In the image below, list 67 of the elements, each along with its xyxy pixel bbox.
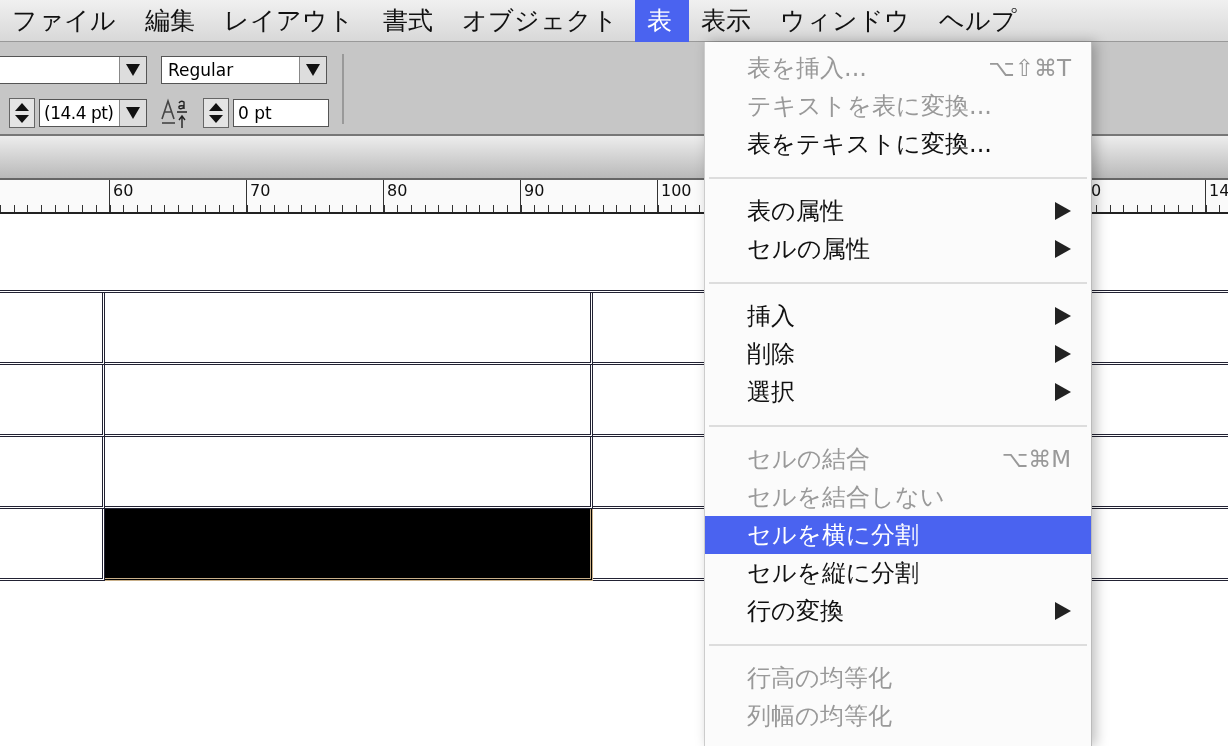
leading-dropdown[interactable]: (14.4 pt) — [39, 99, 147, 127]
menu-item[interactable]: 表の属性 — [705, 192, 1091, 230]
submenu-arrow-icon — [1055, 307, 1071, 325]
menu-item-label: テキストを表に変換... — [747, 91, 993, 122]
menu-item[interactable]: 削除 — [705, 335, 1091, 373]
menu-item-label: セルの属性 — [747, 234, 871, 265]
baseline-shift-field[interactable]: 0 pt — [233, 99, 329, 127]
table-cell[interactable] — [0, 437, 105, 509]
menu-item[interactable]: セルを横に分割 — [705, 516, 1091, 554]
menu-title[interactable]: ファイル — [0, 0, 133, 42]
menu-item-label: 選択 — [747, 377, 796, 408]
shortcut-label: ⌥⇧⌘T — [988, 55, 1071, 81]
menu-title[interactable]: ウィンドウ — [768, 0, 927, 42]
table-cell[interactable] — [0, 293, 105, 365]
menu-title[interactable]: レイアウト — [212, 0, 371, 42]
dropdown-arrow-icon — [306, 64, 320, 76]
menu-item-label: 表を挿入... — [747, 53, 868, 84]
table-cell[interactable] — [105, 509, 593, 581]
menu-item-label: セルを縦に分割 — [747, 558, 920, 589]
menu-item-label: セルを結合しない — [747, 482, 946, 513]
menu-item-label: 行高の均等化 — [747, 663, 893, 694]
menu-item-label: 削除 — [747, 339, 796, 370]
menu-item-label: 表の属性 — [747, 196, 845, 227]
menu-item-label: 表をテキストに変換... — [747, 129, 993, 160]
menu-title[interactable]: 編集 — [133, 0, 212, 42]
shortcut-label: ⌥⌘M — [1001, 446, 1071, 472]
submenu-arrow-icon — [1055, 345, 1071, 363]
menu-item[interactable]: 行の変換 — [705, 592, 1091, 630]
submenu-arrow-icon — [1055, 383, 1071, 401]
font-family-dropdown[interactable] — [0, 56, 147, 84]
ruler-label: 14 — [1208, 181, 1228, 200]
ruler-label: 70 — [249, 181, 271, 200]
submenu-arrow-icon — [1055, 602, 1071, 620]
menu-title[interactable]: 書式 — [371, 0, 450, 42]
ruler-label: 60 — [112, 181, 134, 200]
menu-item[interactable]: セルを縦に分割 — [705, 554, 1091, 592]
menu-item[interactable]: 選択 — [705, 373, 1091, 411]
stepper-icon[interactable] — [9, 98, 35, 128]
dropdown-arrow-icon — [126, 64, 140, 76]
table-cell[interactable] — [105, 365, 593, 437]
menu-item-label: セルの結合 — [747, 444, 871, 475]
submenu-arrow-icon — [1055, 240, 1071, 258]
table-cell[interactable] — [0, 509, 105, 581]
font-style-value: Regular — [167, 59, 235, 82]
menu-item-label: 挿入 — [747, 301, 796, 332]
table-cell[interactable] — [105, 437, 593, 509]
stepper-icon[interactable] — [203, 98, 229, 128]
menu-item[interactable]: 挿入 — [705, 297, 1091, 335]
table-cell[interactable] — [0, 365, 105, 437]
ruler-label: 80 — [386, 181, 408, 200]
ruler-label: 100 — [660, 181, 692, 200]
menu-item-label: 行の変換 — [747, 596, 845, 627]
table-cell[interactable] — [105, 293, 593, 365]
menu-title[interactable]: 表示 — [689, 0, 768, 42]
menu-title[interactable]: オブジェクト — [450, 0, 635, 42]
menu-item[interactable]: セルの属性 — [705, 230, 1091, 268]
dropdown-arrow-icon — [126, 107, 140, 119]
font-style-dropdown[interactable]: Regular — [161, 56, 327, 84]
menu-item-label: セルを横に分割 — [747, 520, 920, 551]
submenu-arrow-icon — [1055, 202, 1071, 220]
ruler-label: 90 — [523, 181, 545, 200]
menu-item[interactable]: 表をテキストに変換... — [705, 125, 1091, 163]
leading-value: (14.4 pt) — [43, 102, 115, 125]
menu-item-label: 列幅の均等化 — [747, 701, 893, 732]
menu-title[interactable]: 表 — [635, 0, 689, 42]
menu-title[interactable]: ヘルプ — [927, 0, 1034, 42]
ruler-label: 0 — [1090, 181, 1102, 200]
